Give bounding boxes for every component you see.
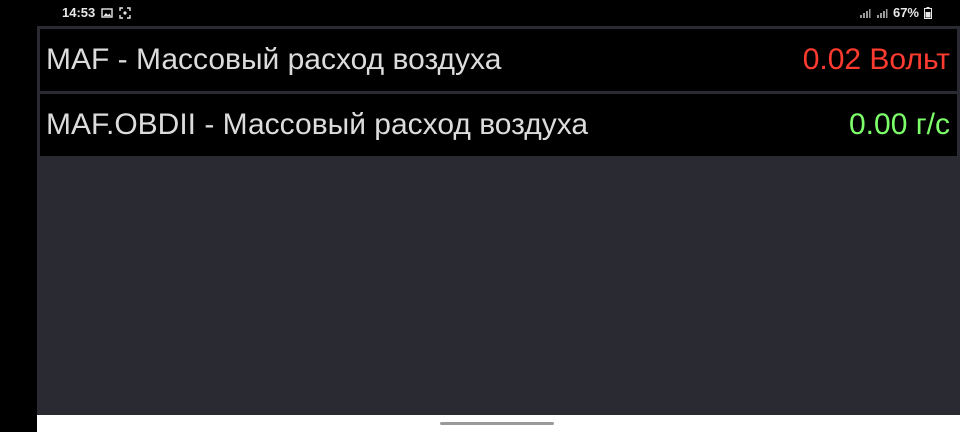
status-right: 67% <box>859 5 936 20</box>
navigation-bar <box>37 415 960 432</box>
home-gesture-handle[interactable] <box>440 422 554 425</box>
sensor-row-maf-obdii[interactable]: MAF.OBDII - Массовый расход воздуха 0.00… <box>40 94 957 156</box>
sensor-label: MAF.OBDII - Массовый расход воздуха <box>46 108 589 141</box>
status-left: 14:53 <box>62 5 131 20</box>
screenshot-icon <box>119 6 131 19</box>
signal-icon <box>859 7 871 19</box>
sensor-value: 0.00 г/с <box>848 108 950 141</box>
image-icon <box>101 7 113 19</box>
sensor-row-maf[interactable]: MAF - Массовый расход воздуха 0.02 Вольт <box>40 29 957 91</box>
screen-left-edge <box>0 26 37 432</box>
signal-icon <box>876 7 888 19</box>
sensor-label: MAF - Массовый расход воздуха <box>46 43 502 76</box>
phone-screen: 14:53 67% MAF - Массовый расход воздуха … <box>0 0 960 432</box>
battery-icon <box>924 6 936 19</box>
sensor-value: 0.02 Вольт <box>802 43 950 76</box>
battery-percent: 67% <box>892 5 919 20</box>
sensor-list: MAF - Массовый расход воздуха 0.02 Вольт… <box>37 26 960 415</box>
status-bar: 14:53 67% <box>0 0 960 26</box>
status-time: 14:53 <box>62 5 96 20</box>
